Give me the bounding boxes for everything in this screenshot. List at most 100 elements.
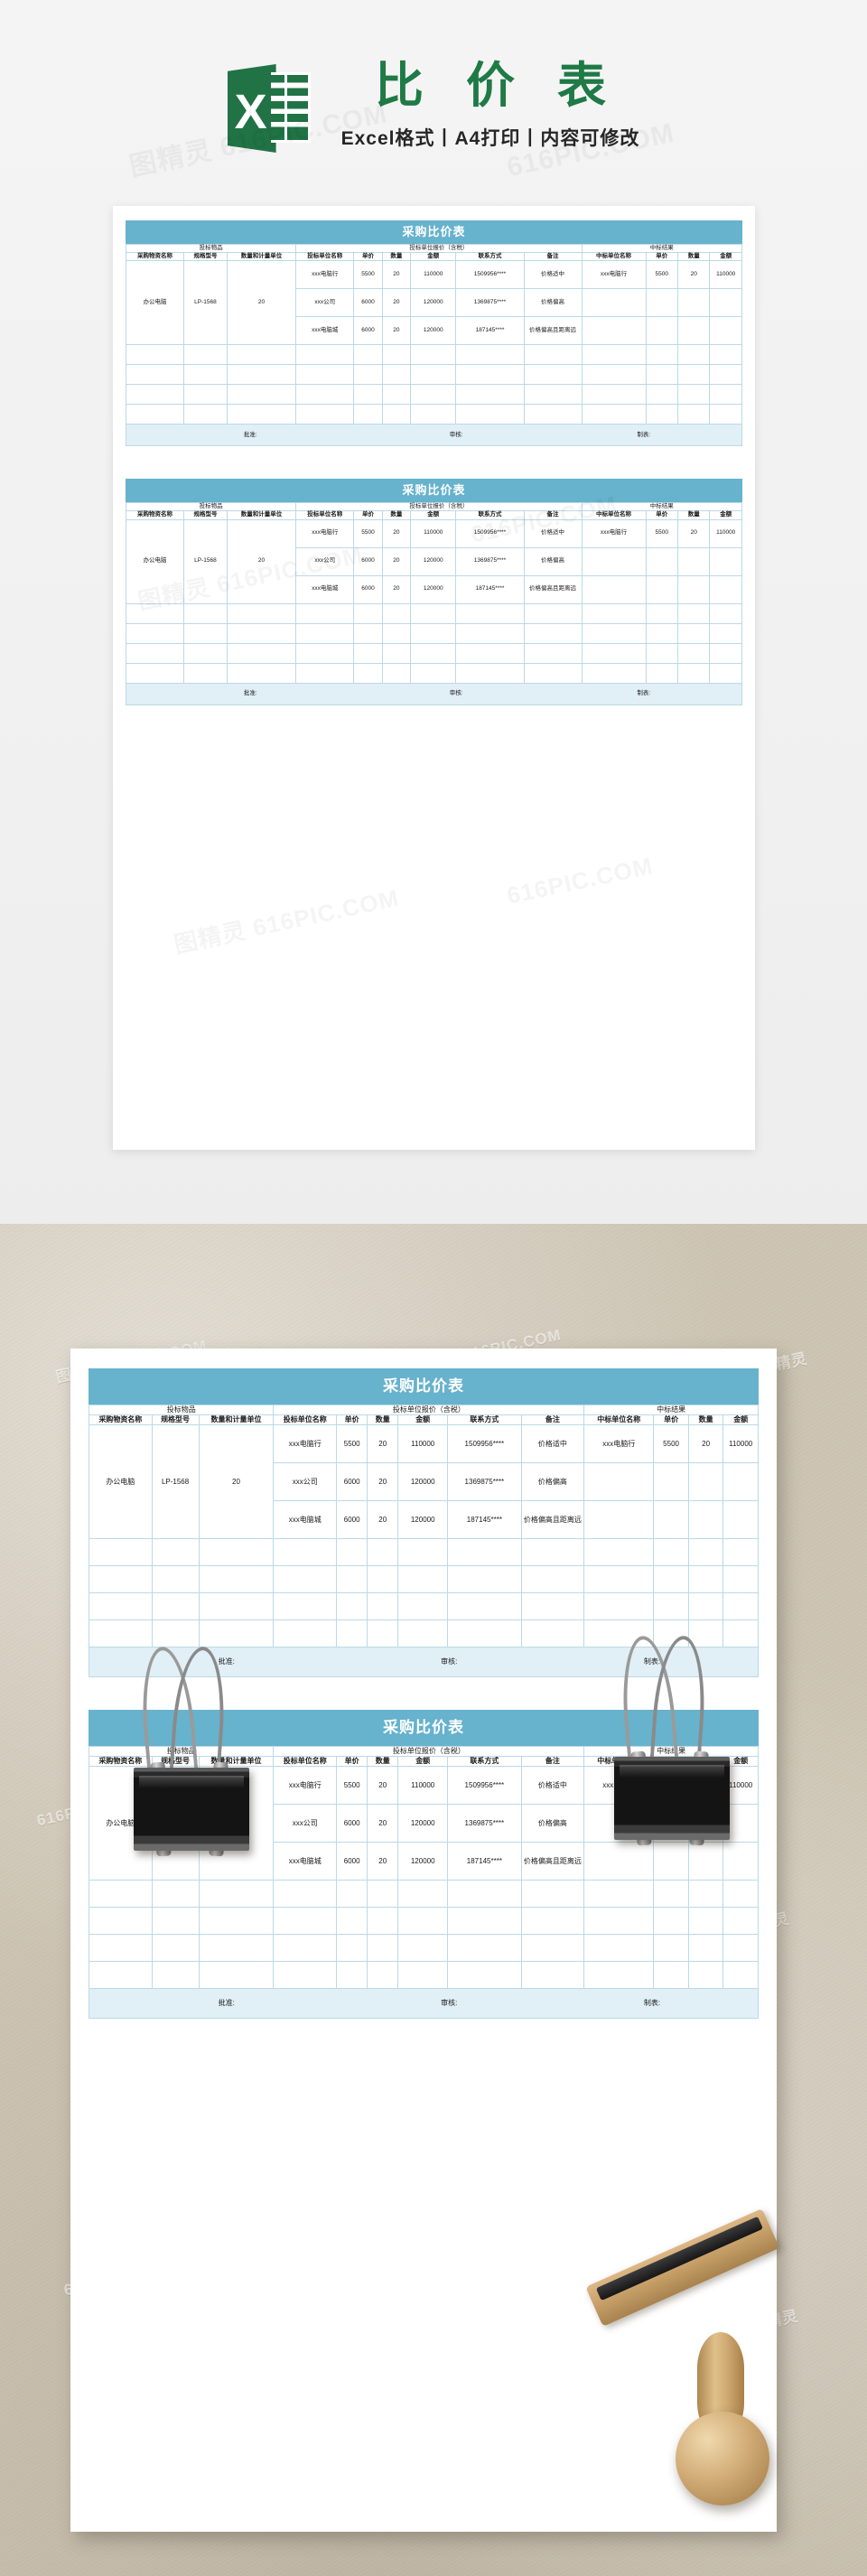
blank-cell — [397, 1592, 449, 1620]
group-header-cell: 投标单位报价（含税） — [295, 502, 583, 512]
cell-win-bidder: xxx电脑行 — [581, 260, 647, 290]
blank-cell — [410, 384, 457, 406]
blank-cell — [410, 662, 457, 684]
blank-cell — [653, 1907, 689, 1935]
cell-win-bidder — [581, 546, 647, 576]
column-header: 规格型号 — [183, 252, 228, 262]
blank-cell — [226, 384, 297, 406]
column-header: 联系方式 — [447, 1756, 522, 1767]
table-row-blank — [89, 1880, 759, 1908]
blank-cell — [447, 1565, 522, 1593]
blank-cell — [89, 1961, 153, 1989]
blank-cell — [125, 642, 185, 664]
column-header: 金额 — [709, 252, 742, 262]
blank-cell — [410, 622, 457, 644]
cell-unit-price: 6000 — [336, 1804, 368, 1843]
blank-cell — [410, 602, 457, 624]
cell-unit-price: 6000 — [336, 1500, 368, 1539]
blank-cell — [645, 602, 678, 624]
blank-cell — [273, 1565, 338, 1593]
cell-win-qty — [687, 1842, 724, 1881]
blank-cell — [581, 404, 647, 425]
cell-bidder: xxx电脑行 — [273, 1766, 338, 1805]
cell-qty: 20 — [381, 518, 412, 548]
column-header: 投标单位名称 — [273, 1414, 338, 1425]
blank-cell — [397, 1961, 449, 1989]
blank-cell — [226, 344, 297, 366]
cell-bidder: xxx公司 — [295, 288, 355, 318]
blank-cell — [523, 622, 583, 644]
column-header: 数量 — [381, 252, 412, 262]
cell-bidder: xxx电脑城 — [273, 1500, 338, 1539]
blank-cell — [523, 404, 583, 425]
group-header-cell: 投标物品 — [125, 502, 297, 512]
blank-cell — [125, 622, 185, 644]
blank-cell — [722, 1934, 759, 1962]
blank-cell — [381, 404, 412, 425]
blank-cell — [581, 344, 647, 366]
column-header: 金额 — [709, 510, 742, 520]
blank-cell — [581, 364, 647, 386]
cell-unit-price: 5500 — [353, 518, 383, 548]
blank-cell — [353, 384, 383, 406]
blank-cell — [687, 1880, 724, 1908]
cell-remark: 价格偏高且距离远 — [523, 574, 583, 604]
cell-win-unit-price — [645, 574, 678, 604]
blank-cell — [447, 1880, 522, 1908]
cell-win-bidder — [583, 1842, 655, 1881]
cell-remark: 价格偏高 — [523, 288, 583, 318]
blank-cell — [125, 602, 185, 624]
blank-cell — [676, 662, 711, 684]
blank-cell — [89, 1880, 153, 1908]
cell-unit-price: 5500 — [336, 1424, 368, 1463]
blank-cell — [89, 1907, 153, 1935]
cell-amount: 120000 — [410, 316, 457, 346]
cell-win-bidder — [581, 288, 647, 318]
blank-cell — [520, 1538, 585, 1566]
blank-cell — [198, 1961, 275, 1989]
blank-cell — [397, 1907, 449, 1935]
blank-cell — [676, 602, 711, 624]
blank-cell — [198, 1880, 275, 1908]
blank-cell — [183, 404, 228, 425]
page-subtitle: Excel格式丨A4打印丨内容可修改 — [340, 128, 640, 150]
column-header: 数量 — [676, 252, 711, 262]
signature-review: 审核: — [449, 431, 463, 438]
cell-win-bidder — [581, 574, 647, 604]
blank-cell — [523, 662, 583, 684]
cell-qty: 20 — [367, 1424, 399, 1463]
table-row-blank — [125, 602, 742, 624]
blank-cell — [687, 1961, 724, 1989]
signature-row: 批准: 审核: 制表: — [126, 682, 742, 705]
blank-cell — [151, 1592, 200, 1620]
blank-cell — [353, 344, 383, 366]
column-header: 单价 — [353, 510, 383, 520]
cell-remark: 价格偏高且距离远 — [520, 1842, 585, 1881]
blank-cell — [583, 1880, 655, 1908]
cell-qty: 20 — [381, 546, 412, 576]
cell-contact: 1509956**** — [447, 1424, 522, 1463]
blank-cell — [367, 1592, 399, 1620]
group-header-cell: 中标结果 — [581, 243, 743, 254]
blank-cell — [295, 622, 355, 644]
blank-cell — [367, 1538, 399, 1566]
cell-qty: 20 — [381, 316, 412, 346]
cell-bidder: xxx电脑行 — [295, 260, 355, 290]
blank-cell — [336, 1961, 368, 1989]
signature-approve: 批准: — [243, 689, 257, 696]
cell-win-amount: 110000 — [722, 1424, 759, 1463]
blank-cell — [397, 1538, 449, 1566]
comparison-form-1: 采购比价表 投标物品 投标单位报价（含税） 中标结果 采购物资名称 规格型号 数量和计量单位… — [125, 220, 743, 447]
group-header-row: 投标物品 投标单位报价（含税） 中标结果 — [125, 502, 743, 512]
form-title: 采购比价表 — [126, 479, 742, 503]
blank-cell — [455, 622, 525, 644]
column-header: 数量 — [676, 510, 711, 520]
cell-win-qty — [687, 1462, 724, 1501]
cell-unit-price: 6000 — [353, 546, 383, 576]
blank-cell — [336, 1934, 368, 1962]
column-header: 金额 — [410, 252, 457, 262]
column-header: 金额 — [397, 1414, 449, 1425]
blank-cell — [583, 1961, 655, 1989]
cell-amount: 120000 — [397, 1500, 449, 1539]
excel-logo-letter: X — [234, 85, 267, 139]
